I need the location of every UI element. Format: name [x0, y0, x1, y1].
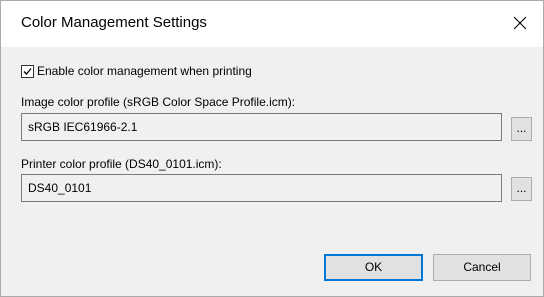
color-management-dialog: Color Management Settings Enable color m…	[0, 0, 544, 297]
dialog-title: Color Management Settings	[21, 14, 207, 31]
image-profile-browse-button[interactable]: ...	[511, 117, 532, 141]
image-profile-field[interactable]	[21, 113, 502, 141]
printer-profile-label: Printer color profile (DS40_0101.icm):	[21, 157, 222, 171]
ok-button[interactable]: OK	[324, 254, 423, 281]
printer-profile-field[interactable]	[21, 174, 502, 202]
close-button[interactable]	[497, 1, 543, 47]
title-bar: Color Management Settings	[1, 1, 543, 47]
enable-color-management-option[interactable]: Enable color management when printing	[21, 63, 252, 79]
close-icon	[513, 16, 527, 30]
enable-color-management-checkbox[interactable]	[21, 64, 34, 78]
enable-color-management-label: Enable color management when printing	[37, 64, 252, 78]
cancel-button[interactable]: Cancel	[433, 254, 531, 281]
printer-profile-browse-button[interactable]: ...	[511, 177, 532, 201]
image-profile-label: Image color profile (sRGB Color Space Pr…	[21, 95, 296, 109]
checkmark-icon	[23, 67, 32, 75]
